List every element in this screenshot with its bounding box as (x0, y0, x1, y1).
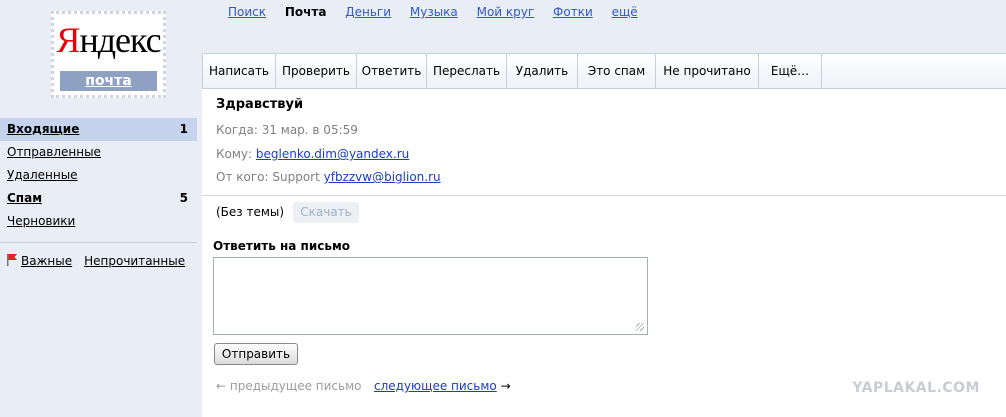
download-button[interactable]: Скачать (293, 202, 359, 223)
left-arrow-icon: ← (216, 379, 227, 393)
delete-button[interactable]: Удалить (507, 54, 578, 89)
right-arrow-icon: → (500, 379, 511, 393)
folder-drafts-label[interactable]: Черновики (7, 214, 75, 228)
mark-unread-button[interactable]: Не прочитано (656, 54, 759, 89)
folder-inbox-count: 1 (179, 122, 188, 136)
folder-drafts[interactable]: Черновики (0, 210, 197, 233)
compose-button[interactable]: Написать (202, 54, 276, 89)
sidebar: Входящие 1 Отправленные Удаленные Спам 5… (0, 118, 197, 271)
reply-heading: Ответить на письмо (213, 239, 350, 253)
reply-textarea[interactable] (213, 257, 648, 335)
from-label: От кого: (216, 170, 269, 184)
resize-grip-icon[interactable] (636, 323, 644, 331)
next-message-link[interactable]: следующее письмо (374, 379, 497, 393)
reply-button[interactable]: Ответить (357, 54, 427, 89)
nav-link-more[interactable]: ещё (612, 5, 638, 19)
top-navigation: Поиск Почта Деньги Музыка Мой круг Фотки… (228, 5, 653, 21)
logo-service-label[interactable]: почта (60, 71, 157, 91)
label-unread[interactable]: Непрочитанные (84, 254, 185, 268)
folder-deleted-label[interactable]: Удаленные (7, 168, 78, 182)
from-email-link[interactable]: yfbzzvw@biglion.ru (324, 170, 441, 184)
message-toolbar: Написать Проверить Ответить Переслать Уд… (202, 53, 1006, 89)
folder-spam-count: 5 (179, 191, 188, 205)
label-important[interactable]: Важные (21, 254, 72, 268)
date-label: Когда: (216, 123, 258, 137)
header-divider (202, 195, 1006, 196)
folder-sent-label[interactable]: Отправленные (7, 145, 101, 159)
nav-link-my-circle[interactable]: Мой круг (477, 5, 535, 19)
previous-message-link: предыдущее письмо (229, 379, 362, 393)
nav-link-search[interactable]: Поиск (228, 5, 266, 19)
folder-sent[interactable]: Отправленные (0, 141, 197, 164)
nav-link-music[interactable]: Музыка (410, 5, 458, 19)
message-body-text: (Без темы) (216, 205, 285, 219)
folder-inbox[interactable]: Входящие 1 (0, 118, 197, 141)
message-from-row: От кого: Support yfbzzvw@biglion.ru (216, 170, 441, 184)
sidebar-divider (0, 242, 197, 243)
date-value: 31 мар. в 05:59 (261, 123, 358, 137)
to-label: Кому: (216, 147, 253, 161)
forward-button[interactable]: Переслать (427, 54, 507, 89)
message-subject: Здравствуй (216, 97, 304, 112)
check-mail-button[interactable]: Проверить (276, 54, 357, 89)
folder-spam-label[interactable]: Спам (7, 191, 42, 205)
next-message-nav: следующее письмо → (374, 379, 511, 393)
send-button[interactable]: Отправить (214, 343, 298, 365)
label-filters: Важные Непрочитанные (0, 251, 197, 271)
previous-message-nav: ← предыдущее письмо (216, 379, 362, 393)
folder-spam[interactable]: Спам 5 (0, 187, 197, 210)
logo-letters-rest: ндекс (79, 20, 161, 60)
more-actions-button[interactable]: Ещё… (759, 54, 822, 89)
nav-link-money[interactable]: Деньги (345, 5, 391, 19)
from-name: Support (272, 170, 320, 184)
folder-inbox-label[interactable]: Входящие (7, 122, 79, 136)
folder-deleted[interactable]: Удаленные (0, 164, 197, 187)
yandex-mail-logo[interactable]: Яндекс почта (51, 11, 166, 98)
flag-icon (7, 254, 17, 266)
nav-link-photos[interactable]: Фотки (553, 5, 593, 19)
site-watermark: YAPLAKAL.COM (852, 380, 980, 396)
message-date-row: Когда: 31 мар. в 05:59 (216, 123, 358, 137)
to-email-link[interactable]: beglenko.dim@yandex.ru (256, 147, 409, 161)
logo-letter-ya: Я (56, 20, 80, 60)
logo-wordmark: Яндекс (54, 20, 163, 60)
nav-link-mail[interactable]: Почта (285, 5, 327, 19)
message-panel: Написать Проверить Ответить Переслать Уд… (202, 53, 1006, 417)
spam-button[interactable]: Это спам (578, 54, 656, 89)
message-to-row: Кому: beglenko.dim@yandex.ru (216, 147, 409, 161)
